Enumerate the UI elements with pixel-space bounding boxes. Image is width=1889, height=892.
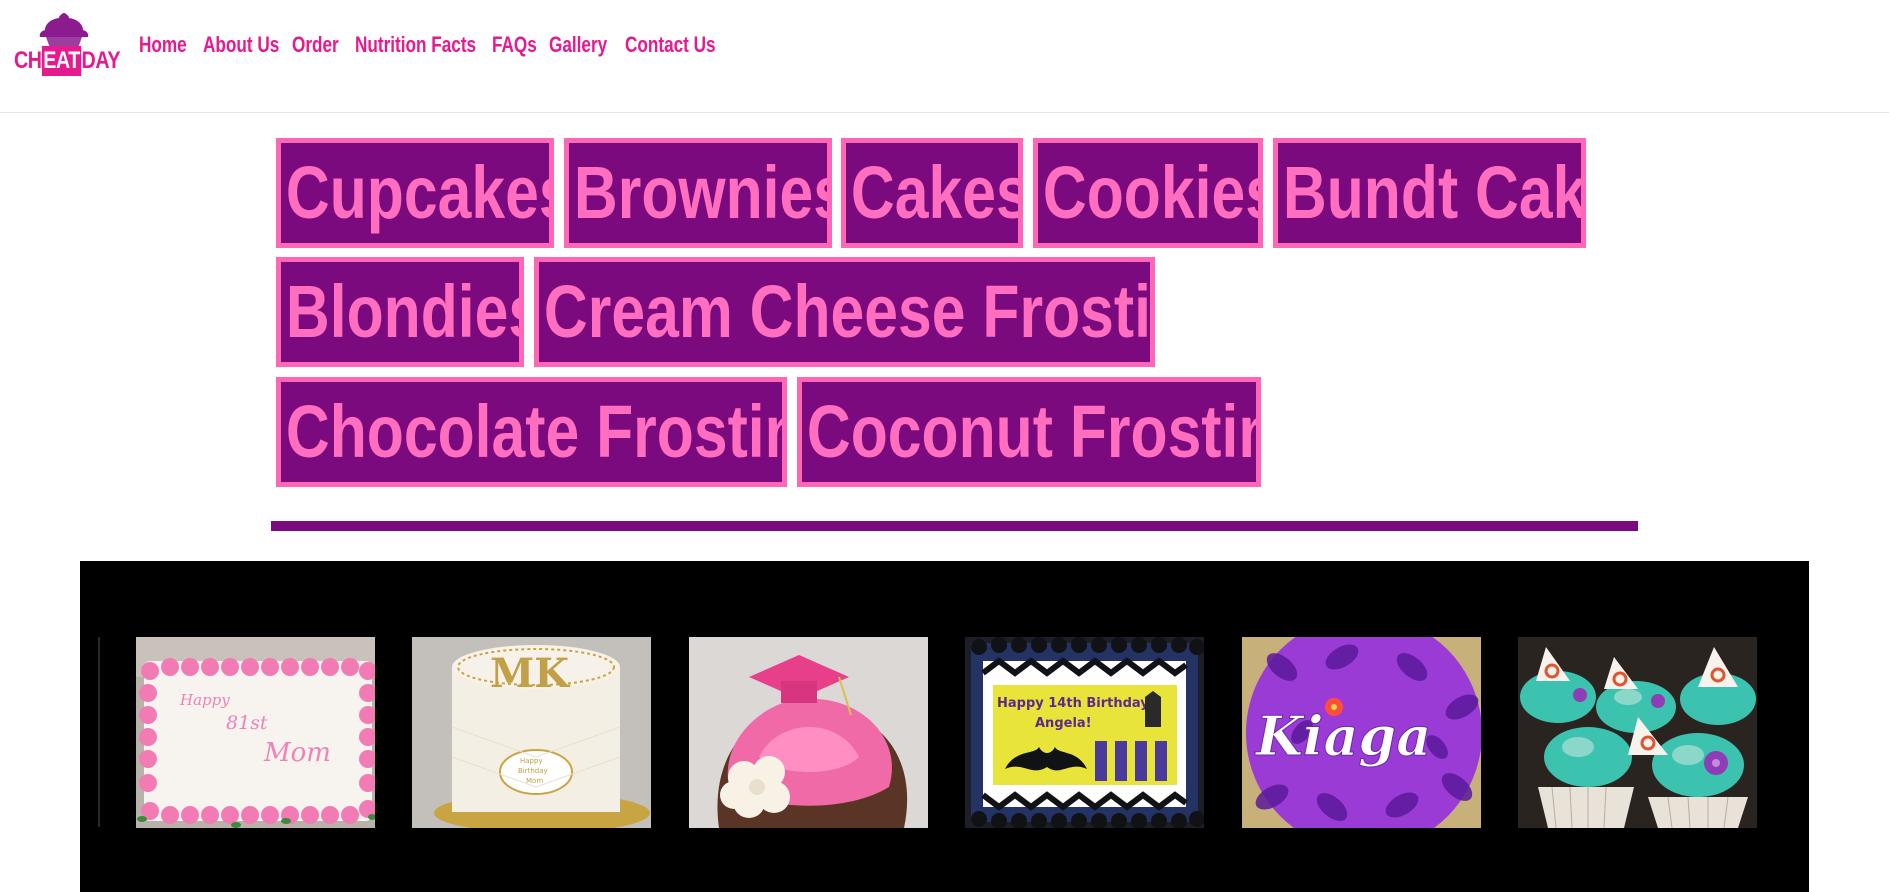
- gallery-edge-line: [98, 637, 100, 827]
- nav-order[interactable]: Order: [292, 30, 341, 60]
- cake-inscription-line: Birthday: [518, 767, 548, 775]
- logo-text-highlight: EAT: [41, 46, 82, 76]
- site-header: CHEATDAY Home About Us Order Nutrition F…: [0, 0, 1889, 113]
- cake-inscription-line: Angela!: [1035, 716, 1092, 731]
- cake-inscription-line: 81st: [226, 712, 268, 734]
- gallery-photo-graduation-cupcake[interactable]: [689, 637, 928, 828]
- category-tile-cream-cheese-frosting[interactable]: Cream Cheese Frosting: [534, 257, 1155, 367]
- category-tile-brownies[interactable]: Brownies: [564, 138, 832, 248]
- category-tile-chocolate-frosting[interactable]: Chocolate Frosting: [276, 377, 787, 487]
- teal-cupcakes-image: [1518, 637, 1757, 828]
- nav-faqs[interactable]: FAQs: [492, 30, 537, 60]
- rose-cake-image: Happy 81st Mom: [136, 637, 375, 828]
- nav-home[interactable]: Home: [139, 30, 189, 60]
- gallery-strip: Happy 81st Mom MK Happy Birthday Mom Hap…: [80, 561, 1809, 892]
- category-tile-coconut-frosting[interactable]: Coconut Frosting: [797, 377, 1261, 487]
- site-logo[interactable]: CHEATDAY: [14, 12, 120, 78]
- graduation-cupcake-image: [689, 637, 928, 828]
- category-label: Brownies: [573, 151, 832, 234]
- category-tile-blondies[interactable]: Blondies: [276, 257, 524, 367]
- cupcake-icon: [39, 13, 89, 48]
- gallery-photo-batman-cake[interactable]: Happy 14th Birthday Angela!: [965, 637, 1204, 828]
- nav-gallery[interactable]: Gallery: [549, 30, 608, 60]
- cake-inscription-line: Kiaga: [1254, 704, 1431, 768]
- cake-inscription-line: MK: [490, 650, 570, 697]
- cake-inscription-line: Mom: [526, 777, 543, 785]
- category-tile-cookies[interactable]: Cookies: [1033, 138, 1263, 248]
- category-tile-cakes[interactable]: Cakes: [841, 138, 1023, 248]
- category-label: Cream Cheese Frosting: [543, 270, 1151, 353]
- category-tile-bundt-cake[interactable]: Bundt Cake: [1273, 138, 1586, 248]
- category-label: Bundt Cake: [1282, 151, 1586, 234]
- category-label: Cookies: [1042, 151, 1263, 234]
- gallery-photo-mk-cake[interactable]: MK Happy Birthday Mom: [412, 637, 651, 828]
- logo-text-after: DAY: [81, 47, 121, 74]
- gallery-photo-rose-sheet-cake[interactable]: Happy 81st Mom: [136, 637, 375, 828]
- cake-inscription-line: Happy: [520, 757, 543, 765]
- gallery-photo-kiaga-cake[interactable]: Kiaga: [1242, 637, 1481, 828]
- kiaga-cake-image: Kiaga: [1242, 637, 1481, 828]
- cake-inscription-line: Mom: [263, 738, 331, 768]
- logo-text-before: CH: [14, 47, 42, 74]
- section-divider: [271, 521, 1638, 531]
- nav-nutrition-facts[interactable]: Nutrition Facts: [355, 30, 476, 60]
- category-label: Cakes: [850, 151, 1023, 234]
- mk-cake-image: MK Happy Birthday Mom: [412, 637, 651, 828]
- batman-cake-image: Happy 14th Birthday Angela!: [965, 637, 1204, 828]
- category-label: Blondies: [285, 270, 524, 353]
- category-label: Chocolate Frosting: [285, 390, 787, 473]
- nav-contact-us[interactable]: Contact Us: [625, 30, 716, 60]
- logo-wordmark: CHEATDAY: [14, 46, 120, 76]
- nav-about-us[interactable]: About Us: [203, 30, 279, 60]
- category-label: Coconut Frosting: [806, 390, 1256, 473]
- gallery-photo-teal-cupcakes[interactable]: [1518, 637, 1757, 828]
- category-tile-cupcakes[interactable]: Cupcakes: [276, 138, 554, 248]
- cake-inscription-line: Happy: [179, 691, 230, 709]
- main-nav: Home About Us Order Nutrition Facts FAQs…: [139, 30, 735, 60]
- cake-inscription-line: Happy 14th Birthday: [997, 696, 1149, 711]
- category-label: Cupcakes: [285, 151, 554, 234]
